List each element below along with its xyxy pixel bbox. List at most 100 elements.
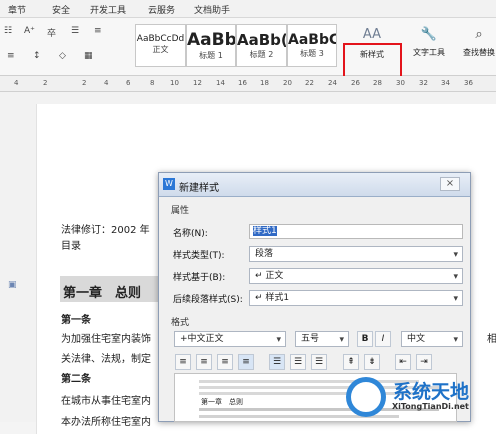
justify-icon[interactable]: ≡ xyxy=(238,354,254,370)
format-group-label: 格式 xyxy=(171,318,190,328)
ruler-tick: 34 xyxy=(441,79,450,87)
wrench-icon: 🔧 xyxy=(420,27,438,42)
line-spacing-icon[interactable]: ↕ xyxy=(33,51,41,61)
style-heading-1-label: 标题 1 xyxy=(199,51,223,60)
tab-security[interactable]: 安全 xyxy=(52,3,70,16)
justify-icon[interactable]: ≡ xyxy=(7,51,15,61)
new-style-icon: AA xyxy=(362,27,382,42)
chapter-heading: 第一章 总则 xyxy=(63,286,142,301)
align-right-icon[interactable]: ≡ xyxy=(217,354,233,370)
border-icon[interactable]: ▦ xyxy=(84,51,93,61)
close-icon[interactable]: × xyxy=(440,177,460,191)
ruler-tick: 4 xyxy=(14,79,19,87)
shading-icon[interactable]: ◇ xyxy=(59,51,66,61)
style-type-select[interactable]: 段落 xyxy=(249,246,463,262)
search-icon: ⌕ xyxy=(475,27,483,42)
list-icon[interactable]: ☰ xyxy=(71,26,79,36)
style-name-input[interactable]: 样式1 xyxy=(249,224,463,239)
increase-indent-icon[interactable]: ⇥ xyxy=(416,354,432,370)
tab-developer-tools[interactable]: 开发工具 xyxy=(90,3,126,16)
wps-logo-icon: W xyxy=(163,178,175,190)
style-name-value: 样式1 xyxy=(253,226,277,236)
body-text: 在城市从事住宅室内 xyxy=(61,396,151,407)
text-tools-label: 文字工具 xyxy=(413,48,445,57)
line-spacing-single-icon[interactable]: ☰ xyxy=(269,354,285,370)
based-on-select[interactable]: ↵ 正文 xyxy=(249,268,463,284)
article-heading: 第二条 xyxy=(61,374,91,385)
dialog-titlebar: W 新建样式 × xyxy=(159,173,470,197)
tab-document-assistant[interactable]: 文档助手 xyxy=(194,3,230,16)
body-text: 关法律、法规，制定 xyxy=(61,354,151,365)
style-heading-3-preview: AaBbC xyxy=(288,32,336,48)
align-icon[interactable]: ≡ xyxy=(94,26,102,36)
document-side-icon[interactable]: ▣ xyxy=(8,280,17,290)
ruler-tick: 14 xyxy=(216,79,225,87)
italic-button[interactable]: I xyxy=(375,331,391,347)
watermark-title: 系统天地 xyxy=(393,381,470,403)
ruler-tick: 32 xyxy=(419,79,428,87)
ruler-tick: 4 xyxy=(104,79,109,87)
ruler-tick: 24 xyxy=(328,79,337,87)
style-heading-3[interactable]: AaBbC 标题 3 xyxy=(287,24,337,67)
ruler-tick: 16 xyxy=(238,79,247,87)
ruler-tick: 6 xyxy=(126,79,131,87)
style-heading-1[interactable]: AaBb 标题 1 xyxy=(186,24,236,67)
tab-cloud-service[interactable]: 云服务 xyxy=(148,3,175,16)
ruler-tick: 30 xyxy=(396,79,405,87)
align-left-icon[interactable]: ≡ xyxy=(175,354,191,370)
body-text: 本办法所称住宅室内 xyxy=(61,417,151,428)
next-paragraph-label: 后续段落样式(S): xyxy=(173,295,243,305)
space-after-icon[interactable]: ⇟ xyxy=(364,354,380,370)
style-heading-2-preview: AaBb( xyxy=(237,31,286,49)
find-replace-label: 查找替换 xyxy=(463,48,495,57)
preview-heading: 第一章 总则 xyxy=(201,398,243,406)
style-heading-2[interactable]: AaBb( 标题 2 xyxy=(236,24,287,67)
contents-text: 目录 xyxy=(61,241,81,252)
language-select[interactable]: 中文 xyxy=(401,331,463,347)
style-normal-label: 正文 xyxy=(152,45,169,54)
find-replace-button[interactable]: ⌕ 查找替换 xyxy=(460,27,496,67)
ribbon-toolbar: ☷ A⁺ 卒 ☰ ≡ ≡ ↕ ◇ ▦ AaBbCcDd 正文 AaBb 标题 1… xyxy=(0,18,496,86)
align-center-icon[interactable]: ≡ xyxy=(196,354,212,370)
font-select[interactable]: +中文正文 xyxy=(174,331,286,347)
ruler-tick: 20 xyxy=(283,79,292,87)
body-text-right: 相 xyxy=(487,334,496,345)
ruler-tick: 28 xyxy=(373,79,382,87)
style-heading-3-label: 标题 3 xyxy=(300,49,324,58)
paragraph-format-icon[interactable]: ☷ xyxy=(4,26,12,36)
name-label: 名称(N): xyxy=(173,229,208,239)
ruler-tick: 36 xyxy=(464,79,473,87)
properties-group-label: 属性 xyxy=(171,206,190,216)
next-paragraph-select[interactable]: ↵ 样式1 xyxy=(249,290,463,306)
text-tools-button[interactable]: 🔧 文字工具 xyxy=(406,27,452,67)
line-spacing-double-icon[interactable]: ☰ xyxy=(311,354,327,370)
ribbon-tabs: 章节 安全 开发工具 云服务 文档助手 xyxy=(0,0,496,18)
style-normal[interactable]: AaBbCcDd 正文 xyxy=(135,24,186,67)
globe-logo-icon xyxy=(346,377,386,417)
ruler: 4 2 2 4 6 8 10 12 14 16 18 20 22 24 26 2… xyxy=(0,76,496,92)
watermark-url: XiTongTianDi.net xyxy=(392,402,469,411)
tab-section[interactable]: 章节 xyxy=(8,3,26,16)
font-size-select[interactable]: 五号 xyxy=(295,331,349,347)
article-heading: 第一条 xyxy=(61,315,91,326)
dialog-title: 新建样式 xyxy=(179,183,219,194)
ruler-tick: 26 xyxy=(351,79,360,87)
decrease-indent-icon[interactable]: ⇤ xyxy=(395,354,411,370)
style-normal-preview: AaBbCcDd xyxy=(136,34,185,44)
site-watermark: 系统天地 XiTongTianDi.net xyxy=(329,373,496,422)
space-before-icon[interactable]: ⇞ xyxy=(343,354,359,370)
ruler-tick: 2 xyxy=(82,79,87,87)
based-on-label: 样式基于(B): xyxy=(173,273,226,283)
style-heading-2-label: 标题 2 xyxy=(249,50,274,59)
ruler-tick: 22 xyxy=(305,79,314,87)
line-spacing-one-half-icon[interactable]: ☰ xyxy=(290,354,306,370)
chinese-format-icon[interactable]: 卒 xyxy=(47,26,56,39)
font-size-icon[interactable]: A⁺ xyxy=(24,26,35,36)
ruler-tick: 2 xyxy=(43,79,48,87)
bold-button[interactable]: B xyxy=(357,331,373,347)
ruler-tick: 10 xyxy=(170,79,179,87)
law-revision-text: 法律修订：2002 年 xyxy=(61,225,150,236)
ruler-tick: 12 xyxy=(193,79,202,87)
body-text: 为加强住宅室内装饰 xyxy=(61,334,151,345)
ruler-tick: 18 xyxy=(260,79,269,87)
